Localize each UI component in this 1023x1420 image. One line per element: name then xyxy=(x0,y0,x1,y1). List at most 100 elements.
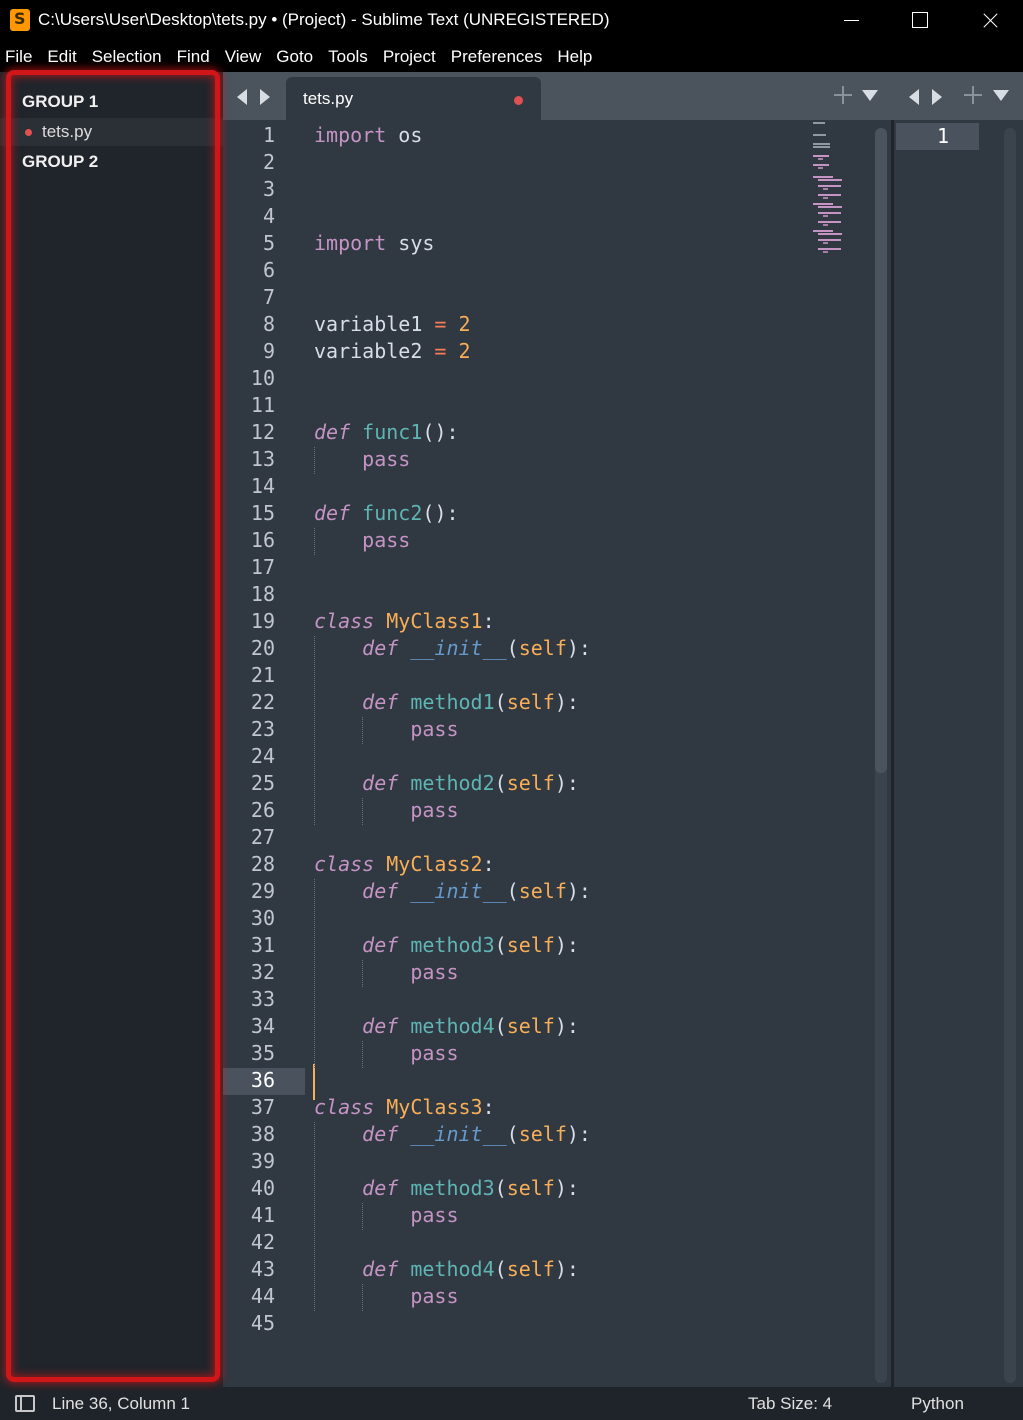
minimap[interactable] xyxy=(813,120,853,260)
minimap-line xyxy=(813,164,829,166)
code-line: pass xyxy=(362,528,411,552)
indent-guide xyxy=(362,960,364,987)
line-number: 41 xyxy=(250,1203,275,1227)
code-line: def method4(self): xyxy=(362,1014,579,1038)
status-bar: Line 36, Column 1 Tab Size: 4 Python xyxy=(0,1387,1023,1420)
line-number: 36 xyxy=(250,1068,275,1092)
minimap-line xyxy=(817,206,843,208)
menu-preferences[interactable]: Preferences xyxy=(451,47,543,67)
line-number: 24 xyxy=(250,744,275,768)
menu-edit[interactable]: Edit xyxy=(47,47,76,67)
code-line: pass xyxy=(410,717,459,741)
pane2-new-tab-plus-icon[interactable] xyxy=(964,86,982,104)
pane2-right-arrow-icon[interactable] xyxy=(932,89,942,105)
line-number: 17 xyxy=(250,555,275,579)
modified-dot-icon xyxy=(25,129,32,136)
line-number: 4 xyxy=(262,204,275,228)
close-button[interactable] xyxy=(953,0,1023,42)
indent-guide xyxy=(314,1122,315,1311)
status-cursor-position[interactable]: Line 36, Column 1 xyxy=(52,1394,190,1414)
line-number: 20 xyxy=(250,636,275,660)
minimap-line xyxy=(822,197,828,199)
line-number: 10 xyxy=(250,366,275,390)
right-editor-pane[interactable]: 1 xyxy=(894,120,1023,1387)
menu-file[interactable]: File xyxy=(5,47,32,67)
code-line: pass xyxy=(410,1041,459,1065)
minimize-button[interactable] xyxy=(816,0,886,42)
minimap-line xyxy=(813,155,829,157)
code-line: def __init__(self): xyxy=(362,1122,591,1146)
right-line-number: 1 xyxy=(936,124,949,148)
code-line: def method3(self): xyxy=(362,1176,579,1200)
menu-help[interactable]: Help xyxy=(557,47,592,67)
line-number: 26 xyxy=(250,798,275,822)
code-line: def method4(self): xyxy=(362,1257,579,1281)
menu-project[interactable]: Project xyxy=(383,47,436,67)
line-number: 34 xyxy=(250,1014,275,1038)
minimap-line xyxy=(817,179,843,181)
minimap-line xyxy=(817,194,842,196)
line-number: 32 xyxy=(250,960,275,984)
sidebar-file-label: tets.py xyxy=(42,122,93,141)
menu-tools[interactable]: Tools xyxy=(328,47,368,67)
sidebar-file-tets-py[interactable]: tets.py xyxy=(0,118,223,146)
minimap-line xyxy=(817,248,842,250)
pane2-left-arrow-icon[interactable] xyxy=(909,89,919,105)
menu-selection[interactable]: Selection xyxy=(92,47,162,67)
tab-right-arrow-icon[interactable] xyxy=(260,89,270,105)
line-number: 6 xyxy=(262,258,275,282)
tab-list-dropdown-icon[interactable] xyxy=(862,90,878,101)
code-line: import sys xyxy=(314,231,435,255)
minimap-line xyxy=(813,134,826,136)
maximize-button[interactable] xyxy=(884,0,954,42)
menu-goto[interactable]: Goto xyxy=(276,47,313,67)
sidebar-group-2[interactable]: GROUP 2 xyxy=(22,152,98,172)
minimap-line xyxy=(813,122,825,124)
minimap-line xyxy=(822,224,828,226)
minimap-line xyxy=(813,230,833,232)
scrollbar-thumb[interactable] xyxy=(875,128,887,773)
minimap-line xyxy=(817,158,823,160)
minimap-line xyxy=(822,215,828,217)
indent-guide xyxy=(362,1284,364,1311)
tab-modified-dot-icon[interactable] xyxy=(514,96,523,105)
line-number: 12 xyxy=(250,420,275,444)
sidebar xyxy=(0,72,223,1387)
code-line: pass xyxy=(410,960,459,984)
status-syntax[interactable]: Python xyxy=(911,1394,964,1414)
line-number: 22 xyxy=(250,690,275,714)
minimap-line xyxy=(817,233,843,235)
new-tab-plus-icon[interactable] xyxy=(834,86,852,104)
tab-tets-py[interactable]: tets.py xyxy=(286,77,541,120)
sidebar-group-1[interactable]: GROUP 1 xyxy=(22,92,98,112)
right-scrollbar-track[interactable] xyxy=(1004,128,1016,1383)
minimap-line xyxy=(817,167,823,169)
line-number: 29 xyxy=(250,879,275,903)
code-line: def method1(self): xyxy=(362,690,579,714)
line-number: 9 xyxy=(262,339,275,363)
line-number: 2 xyxy=(262,150,275,174)
code-line: def func1(): xyxy=(314,420,459,444)
pane2-tab-list-dropdown-icon[interactable] xyxy=(993,90,1009,101)
code-editor[interactable]: 1 import os 2 3 4 5 import sys 6 7 8 variable1 = 2… xyxy=(223,120,895,1387)
line-number: 44 xyxy=(250,1284,275,1308)
sublime-logo-icon xyxy=(10,9,30,31)
menu-find[interactable]: Find xyxy=(177,47,210,67)
menu-bar: File Edit Selection Find View Goto Tools… xyxy=(0,42,1023,72)
tab-bar: tets.py xyxy=(223,72,1023,120)
line-number: 1 xyxy=(262,123,275,147)
indent-guide xyxy=(314,879,315,1068)
toggle-panel-icon[interactable] xyxy=(15,1395,35,1412)
line-number: 28 xyxy=(250,852,275,876)
line-number: 31 xyxy=(250,933,275,957)
line-number: 11 xyxy=(250,393,275,417)
menu-view[interactable]: View xyxy=(225,47,262,67)
line-number: 15 xyxy=(250,501,275,525)
tab-left-arrow-icon[interactable] xyxy=(237,89,247,105)
minimap-line xyxy=(822,242,828,244)
code-line: import os xyxy=(314,123,423,147)
title-bar: C:\Users\User\Desktop\tets.py • (Project… xyxy=(0,0,1023,42)
minimap-line xyxy=(817,185,842,187)
tab-label: tets.py xyxy=(303,89,354,108)
status-tab-size[interactable]: Tab Size: 4 xyxy=(748,1394,832,1414)
